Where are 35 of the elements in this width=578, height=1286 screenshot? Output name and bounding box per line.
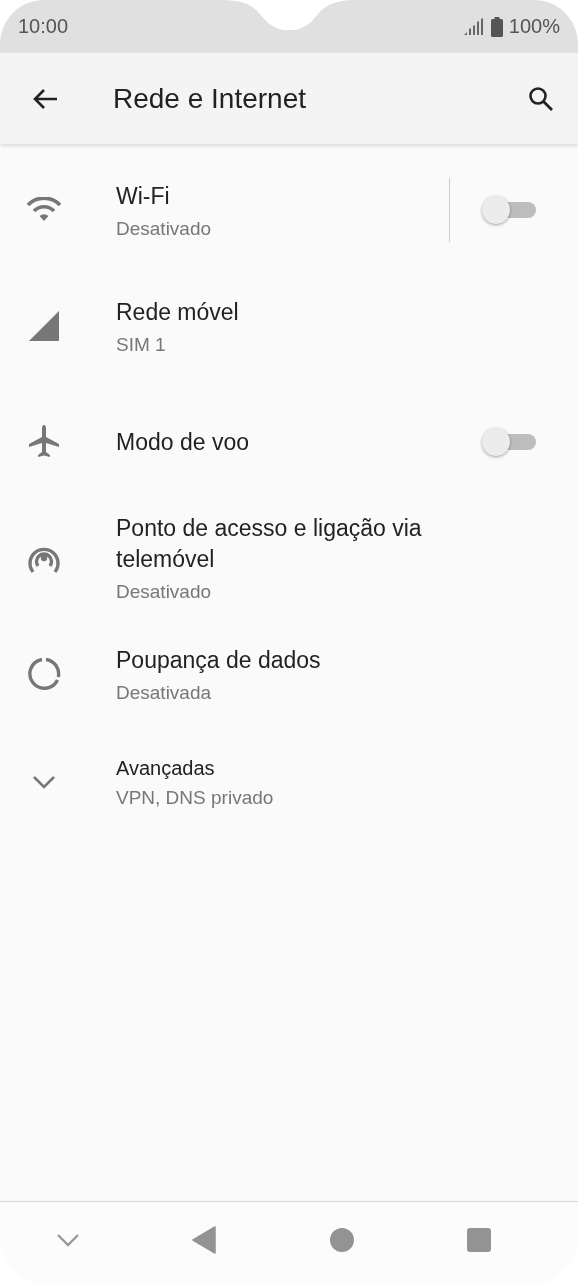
row-subtitle: Desativada (116, 681, 213, 704)
settings-row[interactable]: Ponto de acesso e ligação via telemóvel Desativado (0, 500, 578, 616)
row-subtitle: VPN, DNS privado (116, 787, 275, 809)
row-subtitle: SIM 1 (116, 333, 167, 356)
settings-row[interactable]: Rede móvel SIM 1 (0, 268, 578, 384)
data-saver-icon (27, 657, 61, 691)
settings-row[interactable]: Modo de voo (0, 384, 578, 500)
row-title: Ponto de acesso e ligação via telemóvel (116, 514, 423, 574)
row-title: Avançadas (116, 756, 216, 781)
row-subtitle: Desativado (116, 217, 213, 240)
page-title: Rede e Internet (113, 82, 307, 115)
back-arrow-icon (32, 87, 58, 110)
row-title: Modo de voo (116, 427, 250, 457)
toggle-switch[interactable] (482, 427, 538, 457)
toggle-switch[interactable] (482, 195, 538, 225)
wifi-icon (26, 197, 62, 223)
row-title: Wi-Fi (116, 181, 171, 211)
chevron-down-icon (32, 774, 56, 790)
settings-row[interactable]: Wi-Fi Desativado (0, 152, 578, 268)
back-triangle-icon[interactable] (192, 1226, 217, 1254)
settings-row[interactable]: Avançadas VPN, DNS privado (0, 732, 578, 832)
battery-percentage: 100% (508, 15, 560, 38)
signal-icon (28, 310, 60, 342)
home-circle-icon[interactable] (329, 1228, 354, 1252)
recents-square-icon[interactable] (467, 1228, 492, 1252)
clock-time: 10:00 (18, 15, 69, 38)
row-subtitle: Desativado (116, 581, 213, 603)
search-icon (528, 85, 554, 112)
airplane-icon (28, 425, 60, 459)
settings-row[interactable]: Poupança de dados Desativada (0, 616, 578, 732)
battery-icon (490, 16, 503, 37)
chevron-down-icon[interactable] (56, 1233, 79, 1247)
row-title: Rede móvel (116, 297, 240, 327)
row-title: Poupança de dados (116, 645, 322, 675)
signal-icon (462, 17, 485, 36)
